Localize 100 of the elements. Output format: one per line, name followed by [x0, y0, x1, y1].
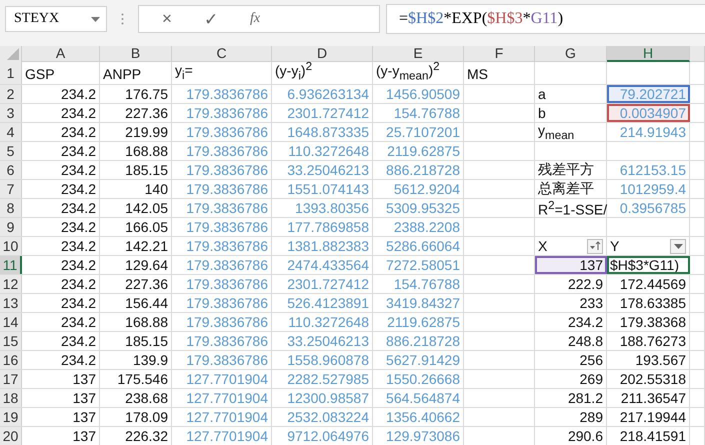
column-header[interactable]: A	[22, 46, 100, 62]
table-cell: 2301.727412	[272, 275, 373, 293]
table-cell: 110.3272648	[272, 313, 373, 331]
table-cell: 179.3836786	[172, 180, 272, 198]
table-cell: 227.36	[100, 104, 172, 122]
table-cell: 5309.95325	[373, 199, 464, 217]
row-header[interactable]: 5	[0, 142, 22, 160]
table-cell: 281.2	[535, 389, 607, 407]
row-header[interactable]: 1	[0, 62, 22, 84]
table-cell: 179.3836786	[172, 237, 272, 255]
row-header[interactable]: 10	[0, 237, 22, 255]
table-cell: 残差平方	[535, 161, 607, 179]
row-header[interactable]: 18	[0, 389, 22, 407]
table-cell: 234.2	[22, 256, 100, 274]
row-header[interactable]: 12	[0, 275, 22, 293]
table-cell: 179.3836786	[172, 313, 272, 331]
table-cell: 5612.9204	[373, 180, 464, 198]
row-header[interactable]: 16	[0, 351, 22, 369]
table-cell: 137	[535, 256, 607, 274]
table-cell: ANPP	[100, 62, 172, 84]
table-cell: 1648.873335	[272, 123, 373, 141]
table-cell: a	[535, 85, 607, 103]
table-cell: 177.7869858	[272, 218, 373, 236]
row-header[interactable]: 9	[0, 218, 22, 236]
table-cell: 202.55318	[607, 370, 690, 388]
table-cell: 5627.91429	[373, 351, 464, 369]
insert-function-button[interactable]: fx	[235, 7, 275, 31]
table-cell: 222.9	[535, 275, 607, 293]
column-header[interactable]: F	[464, 46, 535, 62]
formula-field[interactable]: =$H$2*EXP($H$3*G11)	[386, 4, 705, 34]
table-cell: 234.2	[22, 142, 100, 160]
table-cell: 140	[100, 180, 172, 198]
table-cell: 139.9	[100, 351, 172, 369]
table-cell: 234.2	[22, 161, 100, 179]
enter-button[interactable]: ✓	[191, 7, 231, 31]
table-cell: 1012959.4	[607, 180, 690, 198]
table-cell: 25.7107201	[373, 123, 464, 141]
table-cell: 7272.58051	[373, 256, 464, 274]
table-cell: 179.3836786	[172, 199, 272, 217]
table-cell: 211.36547	[607, 389, 690, 407]
row-header[interactable]: 14	[0, 313, 22, 331]
row-header[interactable]: 20	[0, 427, 22, 445]
table-cell: 12300.98587	[272, 389, 373, 407]
table-cell: 2119.62875	[373, 142, 464, 160]
table-cell: GSP	[22, 62, 100, 84]
row-header[interactable]: 17	[0, 370, 22, 388]
table-cell: 234.2	[22, 104, 100, 122]
table-cell: 193.567	[607, 351, 690, 369]
table-cell: b	[535, 104, 607, 122]
table-cell: 179.3836786	[172, 351, 272, 369]
row-header[interactable]: 7	[0, 180, 22, 198]
table-cell: 137	[22, 370, 100, 388]
table-cell: 2119.62875	[373, 313, 464, 331]
row-header[interactable]: 4	[0, 123, 22, 141]
table-cell: 127.7701904	[172, 408, 272, 426]
table-cell: 179.3836786	[172, 85, 272, 103]
table-cell: 234.2	[22, 199, 100, 217]
table-cell: 269	[535, 370, 607, 388]
table-cell[interactable]: $H$3*G11)	[607, 256, 690, 274]
sort-filter-button[interactable]	[587, 238, 603, 254]
sort-filter-icon	[589, 241, 601, 251]
dropdown-icon	[674, 244, 682, 248]
column-header[interactable]: B	[100, 46, 172, 62]
table-cell: 886.218728	[373, 332, 464, 350]
row-header[interactable]: 11	[0, 256, 22, 274]
table-cell: 156.44	[100, 294, 172, 312]
table-cell: 5286.66064	[373, 237, 464, 255]
column-header[interactable]: E	[373, 46, 464, 62]
table-cell: 256	[535, 351, 607, 369]
table-cell: 179.3836786	[172, 332, 272, 350]
table-cell: (y-y$_{mean}$)$^{2}$	[373, 62, 464, 84]
row-header[interactable]: 13	[0, 294, 22, 312]
row-header[interactable]: 19	[0, 408, 22, 426]
name-box[interactable]: STEYX	[5, 6, 107, 32]
cancel-button[interactable]: ×	[147, 7, 187, 31]
table-cell: 154.76788	[373, 275, 464, 293]
column-header[interactable]: H	[607, 46, 690, 62]
table-cell: 1551.074143	[272, 180, 373, 198]
table-cell: 290.6	[535, 427, 607, 445]
table-cell: 154.76788	[373, 104, 464, 122]
table-cell: 1550.26668	[373, 370, 464, 388]
row-header[interactable]: 3	[0, 104, 22, 122]
table-cell: 175.546	[100, 370, 172, 388]
row-header[interactable]: 2	[0, 85, 22, 103]
table-cell: 129.973086	[373, 427, 464, 445]
row-header[interactable]: 6	[0, 161, 22, 179]
table-cell: 179.3836786	[172, 218, 272, 236]
filter-dropdown-button[interactable]	[670, 238, 686, 254]
table-cell: 226.32	[100, 427, 172, 445]
column-header[interactable]: C	[172, 46, 272, 62]
column-header[interactable]: D	[272, 46, 373, 62]
table-cell: 2388.2208	[373, 218, 464, 236]
table-cell: 214.91943	[607, 123, 690, 141]
row-header[interactable]: 8	[0, 199, 22, 217]
table-cell: 6.936263134	[272, 85, 373, 103]
table-cell: 179.3836786	[172, 123, 272, 141]
row-header[interactable]: 15	[0, 332, 22, 350]
table-cell: 127.7701904	[172, 427, 272, 445]
table-cell: y$_{i}$=	[172, 62, 272, 84]
dropdown-icon[interactable]	[91, 16, 100, 22]
